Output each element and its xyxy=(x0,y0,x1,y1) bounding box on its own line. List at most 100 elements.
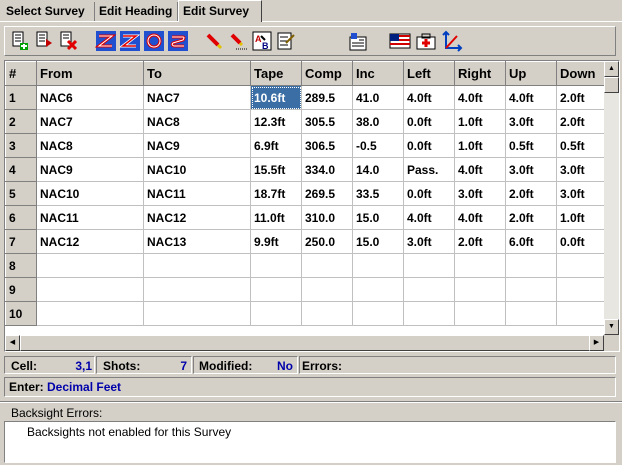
row-number[interactable]: 5 xyxy=(5,181,37,206)
cell-right[interactable]: 3.0ft xyxy=(454,181,506,206)
cell-to[interactable]: NAC8 xyxy=(143,109,251,134)
cell-left[interactable]: 0.0ft xyxy=(403,133,455,158)
cell-inc[interactable]: -0.5 xyxy=(352,133,404,158)
column-header-from[interactable]: From xyxy=(36,61,144,86)
cell-inc[interactable]: 14.0 xyxy=(352,157,404,182)
cell-tape[interactable]: 11.0ft xyxy=(250,205,302,230)
column-header-inc[interactable]: Inc xyxy=(352,61,404,86)
reverse-shot-icon[interactable] xyxy=(95,30,117,52)
convert-icon[interactable] xyxy=(143,30,165,52)
cell-to[interactable]: NAC9 xyxy=(143,133,251,158)
cell-down[interactable]: 2.0ft xyxy=(556,85,605,110)
cell-inc[interactable]: 15.0 xyxy=(352,205,404,230)
cell-down[interactable]: 0.5ft xyxy=(556,133,605,158)
cell-left[interactable]: Pass. xyxy=(403,157,455,182)
delete-row-icon[interactable] xyxy=(57,30,79,52)
cell-right[interactable] xyxy=(454,253,506,278)
tab-select-survey[interactable]: Select Survey xyxy=(2,2,95,21)
cell-comp[interactable]: 250.0 xyxy=(301,229,353,254)
scroll-up-button[interactable]: ▲ xyxy=(604,61,619,77)
cell-up[interactable] xyxy=(505,277,557,302)
cell-from[interactable]: NAC9 xyxy=(36,157,144,182)
report-icon[interactable] xyxy=(347,30,369,52)
row-number[interactable]: 3 xyxy=(5,133,37,158)
cell-comp[interactable] xyxy=(301,301,353,326)
scroll-left-button[interactable]: ◀ xyxy=(5,335,20,351)
row-number[interactable]: 2 xyxy=(5,109,37,134)
cell-up[interactable]: 3.0ft xyxy=(505,109,557,134)
cell-comp[interactable]: 310.0 xyxy=(301,205,353,230)
insert-row-icon[interactable] xyxy=(33,30,55,52)
cell-inc[interactable] xyxy=(352,253,404,278)
cell-comp[interactable] xyxy=(301,253,353,278)
cell-down[interactable]: 3.0ft xyxy=(556,157,605,182)
column-header-up[interactable]: Up xyxy=(505,61,557,86)
column-header-right[interactable]: Right xyxy=(454,61,506,86)
cell-down[interactable] xyxy=(556,277,605,302)
refresh-icon[interactable] xyxy=(167,30,189,52)
pen-clear-icon[interactable] xyxy=(227,30,249,52)
tab-edit-heading[interactable]: Edit Heading xyxy=(95,2,178,21)
cell-left[interactable]: 0.0ft xyxy=(403,109,455,134)
cell-down[interactable]: 3.0ft xyxy=(556,181,605,206)
flag-icon[interactable] xyxy=(389,30,411,52)
cell-right[interactable]: 1.0ft xyxy=(454,109,506,134)
cell-up[interactable]: 2.0ft xyxy=(505,181,557,206)
survey-grid[interactable]: # From To Tape Comp Inc Left Right Up Down 1 NAC6 N… xyxy=(4,60,620,352)
cell-to[interactable]: NAC12 xyxy=(143,205,251,230)
cell-right[interactable]: 4.0ft xyxy=(454,85,506,110)
pen-icon[interactable] xyxy=(203,30,225,52)
vertical-scroll-thumb[interactable] xyxy=(604,77,619,93)
cell-comp[interactable]: 334.0 xyxy=(301,157,353,182)
cell-comp[interactable]: 306.5 xyxy=(301,133,353,158)
cell-right[interactable]: 1.0ft xyxy=(454,133,506,158)
cell-to[interactable]: NAC7 xyxy=(143,85,251,110)
cell-to[interactable]: NAC11 xyxy=(143,181,251,206)
row-number[interactable]: 6 xyxy=(5,205,37,230)
cell-tape[interactable]: 9.9ft xyxy=(250,229,302,254)
row-number[interactable]: 10 xyxy=(5,301,37,326)
vertical-scrollbar[interactable]: ▲ ▼ xyxy=(604,61,619,335)
cell-to[interactable] xyxy=(143,301,251,326)
cell-from[interactable]: NAC12 xyxy=(36,229,144,254)
cell-down[interactable]: 2.0ft xyxy=(556,109,605,134)
cell-right[interactable]: 2.0ft xyxy=(454,229,506,254)
cell-inc[interactable] xyxy=(352,301,404,326)
cell-tape[interactable]: 6.9ft xyxy=(250,133,302,158)
column-header-rownum[interactable]: # xyxy=(5,61,37,86)
row-number[interactable]: 7 xyxy=(5,229,37,254)
cell-from[interactable]: NAC11 xyxy=(36,205,144,230)
cell-comp[interactable]: 289.5 xyxy=(301,85,353,110)
spell-ab-icon[interactable]: AB xyxy=(251,30,273,52)
cell-down[interactable] xyxy=(556,253,605,278)
cell-up[interactable] xyxy=(505,253,557,278)
scroll-right-button[interactable]: ▶ xyxy=(589,335,604,351)
cell-from[interactable]: NAC10 xyxy=(36,181,144,206)
cell-up[interactable]: 0.5ft xyxy=(505,133,557,158)
cell-inc[interactable]: 15.0 xyxy=(352,229,404,254)
axis-icon[interactable] xyxy=(441,30,463,52)
column-header-tape[interactable]: Tape xyxy=(250,61,302,86)
cell-tape[interactable] xyxy=(250,301,302,326)
cell-comp[interactable] xyxy=(301,277,353,302)
cell-right[interactable]: 4.0ft xyxy=(454,157,506,182)
cell-tape[interactable] xyxy=(250,253,302,278)
cell-inc[interactable] xyxy=(352,277,404,302)
cell-to[interactable]: NAC10 xyxy=(143,157,251,182)
cell-tape[interactable]: 15.5ft xyxy=(250,157,302,182)
cell-from[interactable]: NAC7 xyxy=(36,109,144,134)
cell-inc[interactable]: 33.5 xyxy=(352,181,404,206)
add-row-icon[interactable] xyxy=(9,30,31,52)
row-number[interactable]: 8 xyxy=(5,253,37,278)
row-number[interactable]: 4 xyxy=(5,157,37,182)
column-header-down[interactable]: Down xyxy=(556,61,605,86)
cell-right[interactable] xyxy=(454,277,506,302)
cell-up[interactable]: 4.0ft xyxy=(505,85,557,110)
cell-from[interactable] xyxy=(36,277,144,302)
cell-up[interactable]: 2.0ft xyxy=(505,205,557,230)
cell-to[interactable] xyxy=(143,277,251,302)
cell-tape[interactable] xyxy=(250,277,302,302)
cell-comp[interactable]: 305.5 xyxy=(301,109,353,134)
column-header-to[interactable]: To xyxy=(143,61,251,86)
reverse-all-icon[interactable] xyxy=(119,30,141,52)
